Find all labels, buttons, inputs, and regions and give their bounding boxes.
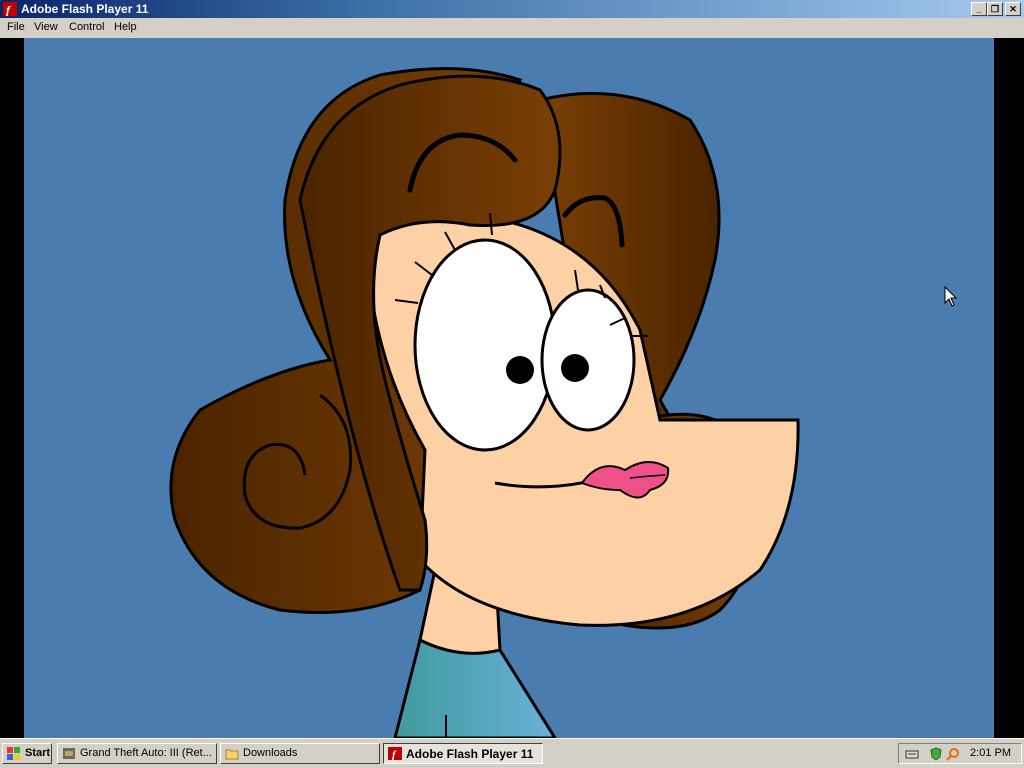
task-gta3[interactable]: Grand Theft Auto: III (Ret...	[57, 743, 217, 764]
flash-icon: f	[388, 747, 402, 760]
cursor-icon	[944, 285, 958, 307]
clock[interactable]: 2:01 PM	[970, 747, 1011, 759]
menu-file[interactable]: File	[7, 21, 25, 33]
taskbar: Start Grand Theft Auto: III (Ret... Down…	[0, 738, 1024, 768]
security-shield-icon[interactable]	[929, 747, 943, 761]
menu-view[interactable]: View	[34, 21, 58, 33]
search-icon[interactable]	[946, 747, 960, 761]
task-downloads[interactable]: Downloads	[220, 743, 380, 764]
keyboard-icon[interactable]	[905, 747, 919, 761]
svg-text:f: f	[6, 3, 11, 16]
folder-icon	[225, 749, 239, 760]
task-label: Grand Theft Auto: III (Ret...	[80, 747, 212, 759]
flash-icon: f	[3, 2, 17, 17]
start-label: Start	[25, 747, 51, 759]
cartoon-woman-illustration	[169, 67, 958, 738]
task-flash-player[interactable]: f Adobe Flash Player 11	[383, 743, 543, 764]
title-bar[interactable]: f Adobe Flash Player 11 _ ❐ ✕	[0, 0, 1024, 18]
minimize-button[interactable]: _	[971, 2, 987, 16]
restore-button[interactable]: ❐	[987, 2, 1003, 16]
menu-control[interactable]: Control	[69, 21, 104, 33]
system-tray: 2:01 PM	[898, 743, 1022, 764]
start-button[interactable]: Start	[2, 743, 52, 764]
task-label: Downloads	[243, 747, 298, 759]
windows-logo-icon	[7, 747, 20, 760]
task-label: Adobe Flash Player 11	[406, 747, 534, 761]
window-title: Adobe Flash Player 11	[21, 2, 149, 16]
close-button[interactable]: ✕	[1005, 2, 1021, 16]
flash-stage[interactable]	[24, 38, 994, 738]
menu-bar: File View Control Help	[0, 18, 1024, 38]
gta-icon	[63, 748, 75, 759]
menu-help[interactable]: Help	[114, 21, 137, 33]
